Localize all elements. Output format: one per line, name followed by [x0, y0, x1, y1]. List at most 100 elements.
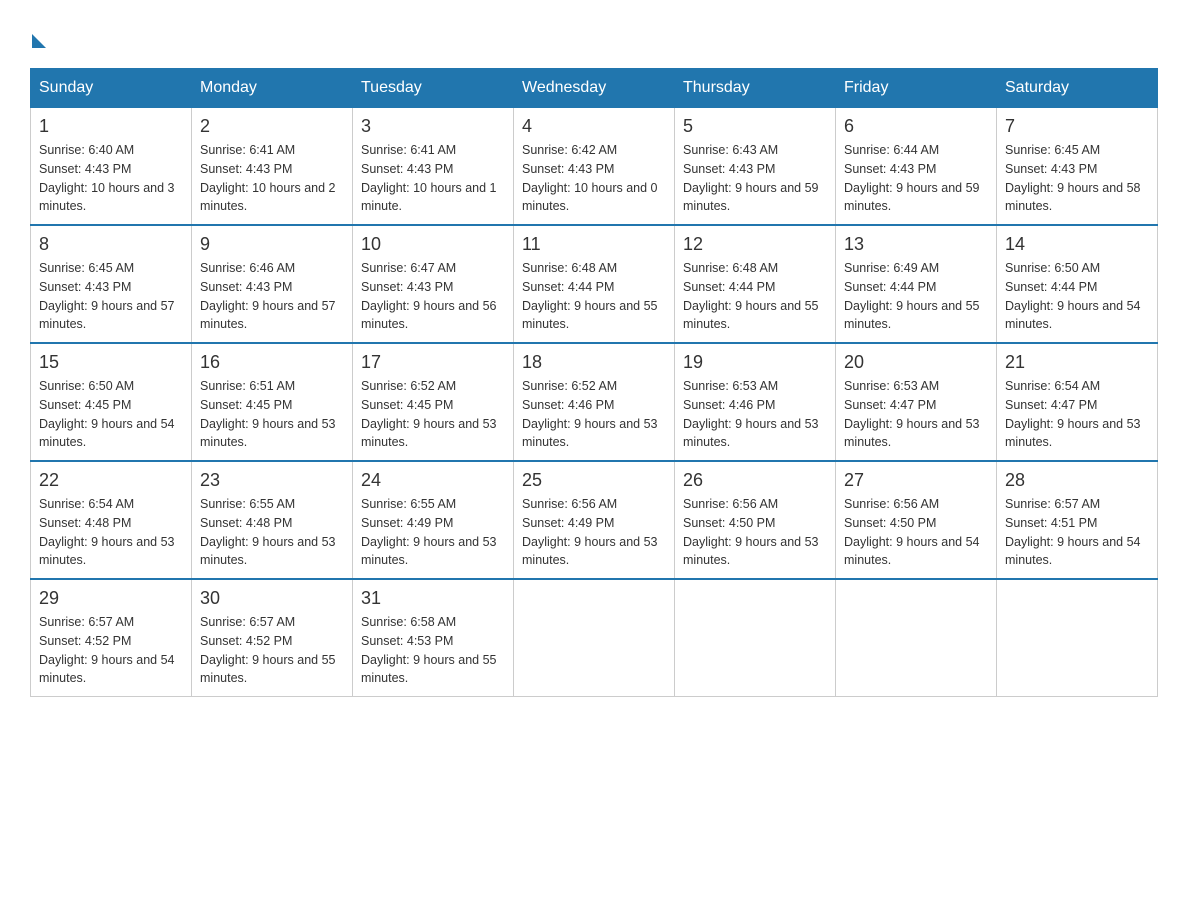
calendar-cell: 31 Sunrise: 6:58 AMSunset: 4:53 PMDayligh…: [353, 579, 514, 697]
day-number: 20: [844, 352, 988, 373]
calendar-cell: 18 Sunrise: 6:52 AMSunset: 4:46 PMDayligh…: [514, 343, 675, 461]
day-number: 15: [39, 352, 183, 373]
calendar-week-2: 8Sunrise: 6:45 AMSunset: 4:43 PMDaylight…: [31, 225, 1158, 343]
calendar-cell: 4Sunrise: 6:42 AMSunset: 4:43 PMDaylight…: [514, 108, 675, 226]
day-number: 13: [844, 234, 988, 255]
calendar-table: SundayMondayTuesdayWednesdayThursdayFrid…: [30, 68, 1158, 697]
calendar-cell: 9 Sunrise: 6:46 AMSunset: 4:43 PMDaylight…: [192, 225, 353, 343]
calendar-cell: 1 Sunrise: 6:40 AMSunset: 4:43 PMDaylight…: [31, 108, 192, 226]
calendar-cell: 17Sunrise: 6:52 AMSunset: 4:45 PMDayligh…: [353, 343, 514, 461]
day-number: 1: [39, 116, 183, 137]
calendar-cell: 23 Sunrise: 6:55 AMSunset: 4:48 PMDayligh…: [192, 461, 353, 579]
day-number: 11: [522, 234, 666, 255]
calendar-cell: 16 Sunrise: 6:51 AMSunset: 4:45 PMDayligh…: [192, 343, 353, 461]
day-info: Sunrise: 6:56 AMSunset: 4:49 PMDaylight:…: [522, 495, 666, 570]
calendar-cell: 22Sunrise: 6:54 AMSunset: 4:48 PMDayligh…: [31, 461, 192, 579]
day-info: Sunrise: 6:56 AMSunset: 4:50 PMDaylight:…: [683, 495, 827, 570]
calendar-cell: [675, 579, 836, 697]
logo: [30, 30, 46, 48]
calendar-week-5: 29 Sunrise: 6:57 AMSunset: 4:52 PMDayligh…: [31, 579, 1158, 697]
calendar-cell: [997, 579, 1158, 697]
calendar-body: 1 Sunrise: 6:40 AMSunset: 4:43 PMDaylight…: [31, 108, 1158, 697]
day-info: Sunrise: 6:52 AMSunset: 4:46 PMDaylight:…: [522, 377, 666, 452]
day-info: Sunrise: 6:50 AMSunset: 4:45 PMDaylight:…: [39, 377, 183, 452]
calendar-cell: 2 Sunrise: 6:41 AMSunset: 4:43 PMDaylight…: [192, 108, 353, 226]
day-number: 9: [200, 234, 344, 255]
day-info: Sunrise: 6:53 AMSunset: 4:46 PMDaylight:…: [683, 377, 827, 452]
weekday-header-tuesday: Tuesday: [353, 69, 514, 108]
calendar-cell: 3 Sunrise: 6:41 AMSunset: 4:43 PMDaylight…: [353, 108, 514, 226]
calendar-cell: 13 Sunrise: 6:49 AMSunset: 4:44 PMDayligh…: [836, 225, 997, 343]
day-info: Sunrise: 6:43 AMSunset: 4:43 PMDaylight:…: [683, 141, 827, 216]
day-info: Sunrise: 6:47 AMSunset: 4:43 PMDaylight:…: [361, 259, 505, 334]
weekday-header-saturday: Saturday: [997, 69, 1158, 108]
day-number: 30: [200, 588, 344, 609]
day-info: Sunrise: 6:57 AMSunset: 4:52 PMDaylight:…: [39, 613, 183, 688]
day-info: Sunrise: 6:48 AMSunset: 4:44 PMDaylight:…: [522, 259, 666, 334]
day-info: Sunrise: 6:57 AMSunset: 4:52 PMDaylight:…: [200, 613, 344, 688]
day-number: 14: [1005, 234, 1149, 255]
calendar-cell: [514, 579, 675, 697]
day-number: 23: [200, 470, 344, 491]
day-number: 25: [522, 470, 666, 491]
day-info: Sunrise: 6:56 AMSunset: 4:50 PMDaylight:…: [844, 495, 988, 570]
calendar-cell: 25 Sunrise: 6:56 AMSunset: 4:49 PMDayligh…: [514, 461, 675, 579]
day-info: Sunrise: 6:45 AMSunset: 4:43 PMDaylight:…: [1005, 141, 1149, 216]
calendar-cell: 12Sunrise: 6:48 AMSunset: 4:44 PMDayligh…: [675, 225, 836, 343]
day-number: 28: [1005, 470, 1149, 491]
logo-triangle-icon: [32, 34, 46, 48]
day-info: Sunrise: 6:41 AMSunset: 4:43 PMDaylight:…: [361, 141, 505, 216]
weekday-header-row: SundayMondayTuesdayWednesdayThursdayFrid…: [31, 69, 1158, 108]
calendar-cell: 24 Sunrise: 6:55 AMSunset: 4:49 PMDayligh…: [353, 461, 514, 579]
day-info: Sunrise: 6:49 AMSunset: 4:44 PMDaylight:…: [844, 259, 988, 334]
day-number: 16: [200, 352, 344, 373]
day-info: Sunrise: 6:53 AMSunset: 4:47 PMDaylight:…: [844, 377, 988, 452]
day-number: 18: [522, 352, 666, 373]
weekday-header-thursday: Thursday: [675, 69, 836, 108]
day-info: Sunrise: 6:41 AMSunset: 4:43 PMDaylight:…: [200, 141, 344, 216]
day-info: Sunrise: 6:44 AMSunset: 4:43 PMDaylight:…: [844, 141, 988, 216]
calendar-cell: 21Sunrise: 6:54 AMSunset: 4:47 PMDayligh…: [997, 343, 1158, 461]
weekday-header-sunday: Sunday: [31, 69, 192, 108]
calendar-header: SundayMondayTuesdayWednesdayThursdayFrid…: [31, 69, 1158, 108]
day-number: 8: [39, 234, 183, 255]
day-number: 10: [361, 234, 505, 255]
calendar-cell: 29 Sunrise: 6:57 AMSunset: 4:52 PMDayligh…: [31, 579, 192, 697]
day-number: 24: [361, 470, 505, 491]
calendar-cell: [836, 579, 997, 697]
weekday-header-friday: Friday: [836, 69, 997, 108]
calendar-cell: 27Sunrise: 6:56 AMSunset: 4:50 PMDayligh…: [836, 461, 997, 579]
calendar-cell: 15 Sunrise: 6:50 AMSunset: 4:45 PMDayligh…: [31, 343, 192, 461]
day-info: Sunrise: 6:54 AMSunset: 4:47 PMDaylight:…: [1005, 377, 1149, 452]
calendar-cell: 14 Sunrise: 6:50 AMSunset: 4:44 PMDayligh…: [997, 225, 1158, 343]
day-info: Sunrise: 6:55 AMSunset: 4:49 PMDaylight:…: [361, 495, 505, 570]
day-info: Sunrise: 6:51 AMSunset: 4:45 PMDaylight:…: [200, 377, 344, 452]
day-number: 17: [361, 352, 505, 373]
day-number: 31: [361, 588, 505, 609]
day-info: Sunrise: 6:50 AMSunset: 4:44 PMDaylight:…: [1005, 259, 1149, 334]
calendar-cell: 28 Sunrise: 6:57 AMSunset: 4:51 PMDayligh…: [997, 461, 1158, 579]
day-info: Sunrise: 6:57 AMSunset: 4:51 PMDaylight:…: [1005, 495, 1149, 570]
day-number: 7: [1005, 116, 1149, 137]
page-header: [30, 30, 1158, 48]
calendar-cell: 26Sunrise: 6:56 AMSunset: 4:50 PMDayligh…: [675, 461, 836, 579]
day-number: 6: [844, 116, 988, 137]
calendar-cell: 11 Sunrise: 6:48 AMSunset: 4:44 PMDayligh…: [514, 225, 675, 343]
day-number: 19: [683, 352, 827, 373]
calendar-cell: 6 Sunrise: 6:44 AMSunset: 4:43 PMDaylight…: [836, 108, 997, 226]
calendar-week-4: 22Sunrise: 6:54 AMSunset: 4:48 PMDayligh…: [31, 461, 1158, 579]
day-number: 29: [39, 588, 183, 609]
weekday-header-wednesday: Wednesday: [514, 69, 675, 108]
day-number: 2: [200, 116, 344, 137]
calendar-cell: 10 Sunrise: 6:47 AMSunset: 4:43 PMDayligh…: [353, 225, 514, 343]
calendar-cell: 19 Sunrise: 6:53 AMSunset: 4:46 PMDayligh…: [675, 343, 836, 461]
day-info: Sunrise: 6:40 AMSunset: 4:43 PMDaylight:…: [39, 141, 183, 216]
day-number: 22: [39, 470, 183, 491]
day-info: Sunrise: 6:55 AMSunset: 4:48 PMDaylight:…: [200, 495, 344, 570]
calendar-week-3: 15 Sunrise: 6:50 AMSunset: 4:45 PMDayligh…: [31, 343, 1158, 461]
day-info: Sunrise: 6:48 AMSunset: 4:44 PMDaylight:…: [683, 259, 827, 334]
day-info: Sunrise: 6:42 AMSunset: 4:43 PMDaylight:…: [522, 141, 666, 216]
day-info: Sunrise: 6:58 AMSunset: 4:53 PMDaylight:…: [361, 613, 505, 688]
day-number: 3: [361, 116, 505, 137]
day-info: Sunrise: 6:46 AMSunset: 4:43 PMDaylight:…: [200, 259, 344, 334]
